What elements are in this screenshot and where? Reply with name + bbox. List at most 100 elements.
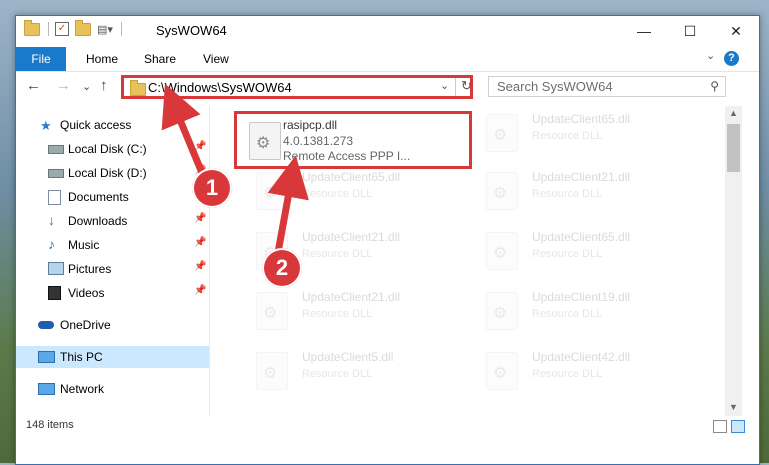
sidebar-item-label: OneDrive xyxy=(60,318,111,332)
customize-toolbar-icon[interactable]: ▤▾ xyxy=(97,23,113,36)
sidebar-item-label: Videos xyxy=(68,286,105,300)
search-icon[interactable]: ⚲ xyxy=(710,79,719,93)
tab-share[interactable]: Share xyxy=(144,47,176,71)
sidebar-item-music[interactable]: ♪ Music 📌 xyxy=(16,234,209,256)
file-description: Remote Access PPP I... xyxy=(283,149,411,163)
status-bar: 148 items xyxy=(16,416,759,436)
file-description: Resource DLL xyxy=(532,188,603,200)
tab-view[interactable]: View xyxy=(203,47,229,71)
new-folder-icon[interactable] xyxy=(75,19,91,36)
back-button[interactable]: ← xyxy=(26,77,41,94)
sidebar-item-onedrive[interactable]: OneDrive xyxy=(16,314,209,336)
properties-icon[interactable]: ✓ xyxy=(55,22,69,36)
dll-file-icon xyxy=(486,114,518,152)
chevron-down-icon[interactable]: ⌄ xyxy=(440,79,449,92)
large-icons-view-icon[interactable] xyxy=(731,420,745,433)
file-name: UpdateClient21.dll xyxy=(302,230,401,244)
recent-locations-button[interactable]: ⌄ xyxy=(82,80,91,93)
ribbon-tabs: File Home Share View ⌄ ? xyxy=(16,47,759,72)
file-tile[interactable]: UpdateClient42.dll Resource DLL xyxy=(466,344,696,396)
close-button[interactable]: ✕ xyxy=(713,16,759,46)
navigation-bar: ← → ⌄ ↑ C:\Windows\SysWOW64 ⌄ ↻ Search S… xyxy=(16,72,759,102)
explorer-window: ✓ ▤▾ SysWOW64 — ☐ ✕ File Home Share View… xyxy=(15,15,760,465)
search-box[interactable]: Search SysWOW64 ⚲ xyxy=(488,76,726,97)
sidebar-item-this-pc[interactable]: This PC xyxy=(16,346,209,368)
file-name: UpdateClient65.dll xyxy=(302,170,401,184)
tab-home[interactable]: Home xyxy=(86,47,118,71)
scrollbar-thumb[interactable] xyxy=(727,124,740,172)
sidebar-item-pictures[interactable]: Pictures 📌 xyxy=(16,258,209,280)
scroll-up-icon[interactable]: ▲ xyxy=(729,108,738,118)
folder-icon xyxy=(24,19,40,36)
quick-access-toolbar: ✓ ▤▾ xyxy=(24,19,122,36)
scroll-down-icon[interactable]: ▼ xyxy=(729,402,738,412)
file-name: UpdateClient65.dll xyxy=(532,112,631,126)
file-description: Resource DLL xyxy=(302,368,373,380)
address-path[interactable]: C:\Windows\SysWOW64 xyxy=(148,80,292,95)
file-name: UpdateClient21.dll xyxy=(532,170,631,184)
pin-icon[interactable]: 📌 xyxy=(194,213,206,224)
sidebar-item-label: Quick access xyxy=(60,118,132,132)
file-tile[interactable]: UpdateClient21.dll Resource DLL xyxy=(236,284,466,336)
file-name: rasipcp.dll xyxy=(283,118,338,132)
dll-file-icon xyxy=(256,292,288,330)
file-description: Resource DLL xyxy=(302,308,373,320)
address-divider xyxy=(455,78,456,96)
sidebar-item-label: This PC xyxy=(60,350,103,364)
up-button[interactable]: ↑ xyxy=(100,77,108,94)
downloads-icon: ↓ xyxy=(48,212,55,228)
toolbar-separator xyxy=(120,22,122,36)
minimize-button[interactable]: — xyxy=(621,16,667,46)
search-input[interactable]: Search SysWOW64 xyxy=(497,79,613,94)
title-bar: ✓ ▤▾ SysWOW64 — ☐ ✕ xyxy=(16,16,759,46)
sidebar-item-documents[interactable]: Documents 📌 xyxy=(16,186,209,208)
callout-badge-1: 1 xyxy=(192,168,232,208)
pin-icon[interactable]: 📌 xyxy=(194,237,206,248)
sidebar-item-label: Music xyxy=(68,238,100,252)
pin-icon[interactable]: 📌 xyxy=(194,261,206,272)
computer-icon xyxy=(38,351,55,363)
maximize-button[interactable]: ☐ xyxy=(667,16,713,46)
forward-button[interactable]: → xyxy=(56,77,71,94)
pane-divider[interactable] xyxy=(209,106,210,416)
file-tile[interactable]: UpdateClient65.dll Resource DLL xyxy=(236,164,466,216)
sidebar-item-videos[interactable]: Videos 📌 xyxy=(16,282,209,304)
music-icon: ♪ xyxy=(48,236,55,252)
sidebar-item-network[interactable]: Network xyxy=(16,378,209,400)
expand-ribbon-icon[interactable]: ⌄ xyxy=(706,49,715,62)
file-tile[interactable]: UpdateClient65.dll Resource DLL xyxy=(466,106,696,158)
sidebar-item-label: Network xyxy=(60,382,105,396)
address-bar[interactable]: C:\Windows\SysWOW64 ⌄ ↻ xyxy=(121,75,473,99)
dll-file-icon xyxy=(486,232,518,270)
sidebar-item-label: Local Disk (C:) xyxy=(68,142,147,156)
details-view-icon[interactable] xyxy=(713,420,727,433)
file-tile[interactable]: UpdateClient5.dll Resource DLL xyxy=(236,344,466,396)
pictures-icon xyxy=(48,262,64,275)
sidebar-item-label: Documents xyxy=(68,190,129,204)
folder-icon xyxy=(130,80,146,96)
sidebar-item-label: Local Disk (D:) xyxy=(68,166,147,180)
sidebar-item-downloads[interactable]: ↓ Downloads 📌 xyxy=(16,210,209,232)
file-description: Resource DLL xyxy=(302,248,373,260)
sidebar-item-local-disk-c[interactable]: Local Disk (C:) 📌 xyxy=(16,138,209,160)
pin-icon[interactable]: 📌 xyxy=(194,141,206,152)
network-icon xyxy=(38,383,55,395)
file-name: UpdateClient21.dll xyxy=(302,290,401,304)
file-description: Resource DLL xyxy=(532,368,603,380)
file-tile[interactable]: UpdateClient21.dll Resource DLL xyxy=(466,164,696,216)
file-tile[interactable]: UpdateClient65.dll Resource DLL xyxy=(466,224,696,276)
sidebar-item-label: Pictures xyxy=(68,262,112,276)
help-icon[interactable]: ? xyxy=(724,51,739,66)
sidebar-item-local-disk-d[interactable]: Local Disk (D:) 📌 xyxy=(16,162,209,184)
navigation-pane: ★ Quick access Local Disk (C:) 📌 Local D… xyxy=(16,106,209,416)
pin-icon[interactable]: 📌 xyxy=(194,285,206,296)
file-name: UpdateClient19.dll xyxy=(532,290,631,304)
dll-file-icon xyxy=(486,172,518,210)
item-count: 148 items xyxy=(26,419,74,431)
sidebar-item-quick-access[interactable]: ★ Quick access xyxy=(16,114,209,136)
tab-file[interactable]: File xyxy=(16,47,66,71)
vertical-scrollbar[interactable]: ▲ ▼ xyxy=(725,106,742,416)
refresh-icon[interactable]: ↻ xyxy=(461,78,472,94)
highlighted-file-tile[interactable]: rasipcp.dll 4.0.1381.273 Remote Access P… xyxy=(234,111,472,169)
file-tile[interactable]: UpdateClient19.dll Resource DLL xyxy=(466,284,696,336)
